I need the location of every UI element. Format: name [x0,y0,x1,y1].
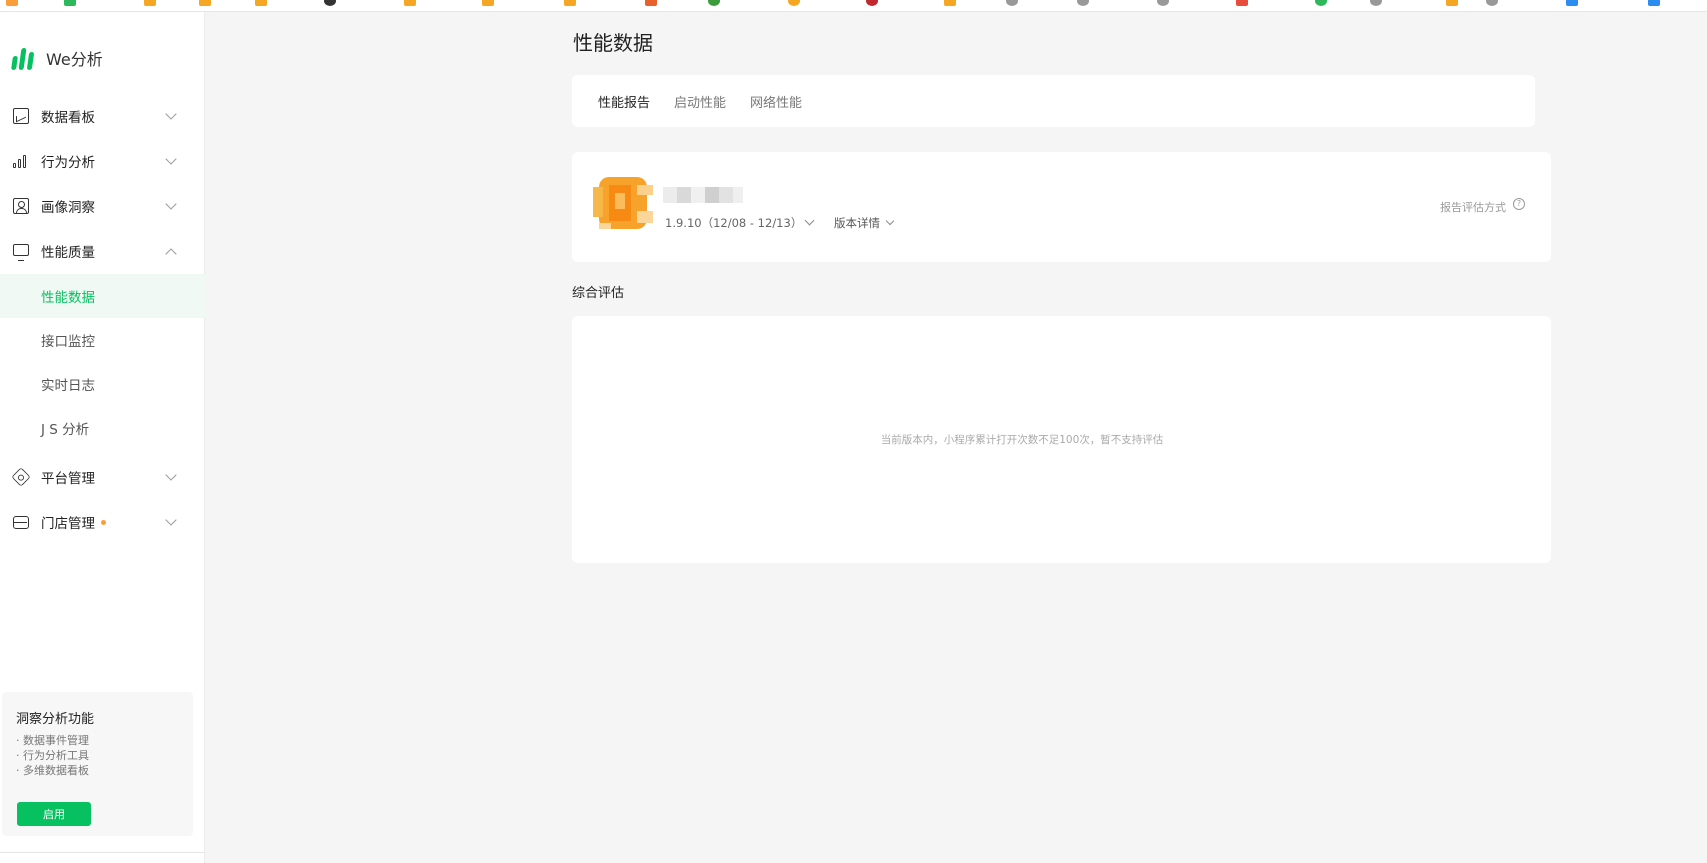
portrait-icon [13,198,29,214]
enable-button[interactable]: 启用 [17,802,91,826]
promo-feature: · 数据事件管理 [16,734,89,747]
bookmark-icon[interactable] [6,0,18,6]
sidebar-item-behavior-analysis[interactable]: 行为分析 [0,139,205,183]
sidebar-item-label: 门店管理 [41,516,95,532]
sidebar-item-platform-management[interactable]: 平台管理 [0,455,205,499]
bookmark-icon[interactable] [1566,0,1578,6]
tab-network-performance[interactable]: 网络性能 [750,92,802,111]
brand-name: We分析 [46,50,103,69]
bookmark-icon[interactable] [64,0,76,6]
bar-chart-icon [13,153,29,169]
bookmark-icon[interactable] [944,0,956,6]
sidebar-item-label: 性能质量 [41,245,95,261]
brand-logo-link[interactable]: We分析 [11,45,103,71]
chevron-up-icon [165,248,177,260]
tab-launch-performance[interactable]: 启动性能 [674,92,726,111]
dashboard-icon [13,108,29,124]
sidebar-subitem-js-analysis[interactable]: J S 分析 [0,406,205,450]
chevron-down-icon [165,153,177,165]
chevron-down-icon [165,514,177,526]
sidebar-item-label: 行为分析 [41,155,95,171]
bookmark-icon[interactable] [866,0,878,6]
monitor-icon [13,243,29,261]
bookmark-icon[interactable] [1236,0,1248,6]
sidebar-item-label: 平台管理 [41,471,95,487]
section-title: 综合评估 [572,286,625,301]
sidebar-item-portrait-insight[interactable]: 画像洞察 [0,184,205,228]
chevron-down-icon [165,469,177,481]
sidebar-item-performance-quality[interactable]: 性能质量 [0,229,205,273]
help-icon[interactable]: ? [1513,198,1525,210]
empty-state-message: 当前版本内，小程序累计打开次数不足100次，暂不支持评估 [880,434,1164,446]
app-info-card: 1.9.10（12/08 - 12/13） 版本详情 报告评估方式 ? [572,152,1551,262]
bookmark-icon[interactable] [404,0,416,6]
promo-feature: · 行为分析工具 [16,749,89,762]
settings-icon [11,467,31,487]
bookmark-icon[interactable] [1370,0,1382,6]
sidebar-subitem-api-monitor[interactable]: 接口监控 [0,318,205,362]
promo-feature: · 多维数据看板 [16,764,89,777]
bookmark-icon[interactable] [255,0,267,6]
bookmark-icon[interactable] [708,0,720,6]
bookmark-icon[interactable] [324,0,336,6]
version-select-chevron-icon[interactable] [804,215,815,226]
page-title: 性能数据 [573,31,653,55]
bookmark-icon[interactable] [1315,0,1327,6]
tab-bar: 性能报告 启动性能 网络性能 [572,75,1535,127]
tab-performance-report[interactable]: 性能报告 [598,92,650,111]
promo-title: 洞察分析功能 [16,712,95,727]
app-name-blurred [663,187,743,203]
we-analysis-logo-icon [11,46,35,70]
store-icon [13,515,29,529]
sidebar-item-dashboard[interactable]: 数据看板 [0,94,205,138]
bookmark-icon[interactable] [788,0,800,6]
bookmark-icon[interactable] [1486,0,1498,6]
bookmark-icon[interactable] [1006,0,1018,6]
bookmark-icon[interactable] [564,0,576,6]
chevron-down-icon [885,216,895,226]
sidebar-item-label: 数据看板 [41,110,95,126]
bookmark-icon[interactable] [482,0,494,6]
sidebar-subitem-performance-data[interactable]: 性能数据 [0,274,205,318]
version-range: 1.9.10（12/08 - 12/13） [665,216,803,230]
chevron-down-icon [165,108,177,120]
bookmark-icon[interactable] [1077,0,1089,6]
divider [0,852,205,853]
sidebar: We分析 数据看板 行为分析 画像洞察 性能质量 性能数据 接口监控 实时日志 … [0,12,205,863]
app-avatar [593,177,653,229]
sidebar-item-label: 画像洞察 [41,200,95,216]
bookmark-icon[interactable] [199,0,211,6]
version-detail-dropdown[interactable]: 版本详情 [834,215,880,231]
notification-dot [101,519,106,525]
chevron-down-icon [165,198,177,210]
evaluation-card: 当前版本内，小程序累计打开次数不足100次，暂不支持评估 [572,316,1551,563]
bookmark-icon[interactable] [1648,0,1660,6]
bookmark-icon[interactable] [1157,0,1169,6]
insight-promo-card: 洞察分析功能 · 数据事件管理 · 行为分析工具 · 多维数据看板 启用 [2,692,193,836]
sidebar-subitem-realtime-log[interactable]: 实时日志 [0,362,205,406]
browser-bookmark-bar [0,0,1707,12]
eval-method-link[interactable]: 报告评估方式 [1440,199,1506,215]
sidebar-item-store-management[interactable]: 门店管理 [0,500,205,544]
bookmark-icon[interactable] [144,0,156,6]
bookmark-icon[interactable] [645,0,657,6]
bookmark-icon[interactable] [1446,0,1458,6]
